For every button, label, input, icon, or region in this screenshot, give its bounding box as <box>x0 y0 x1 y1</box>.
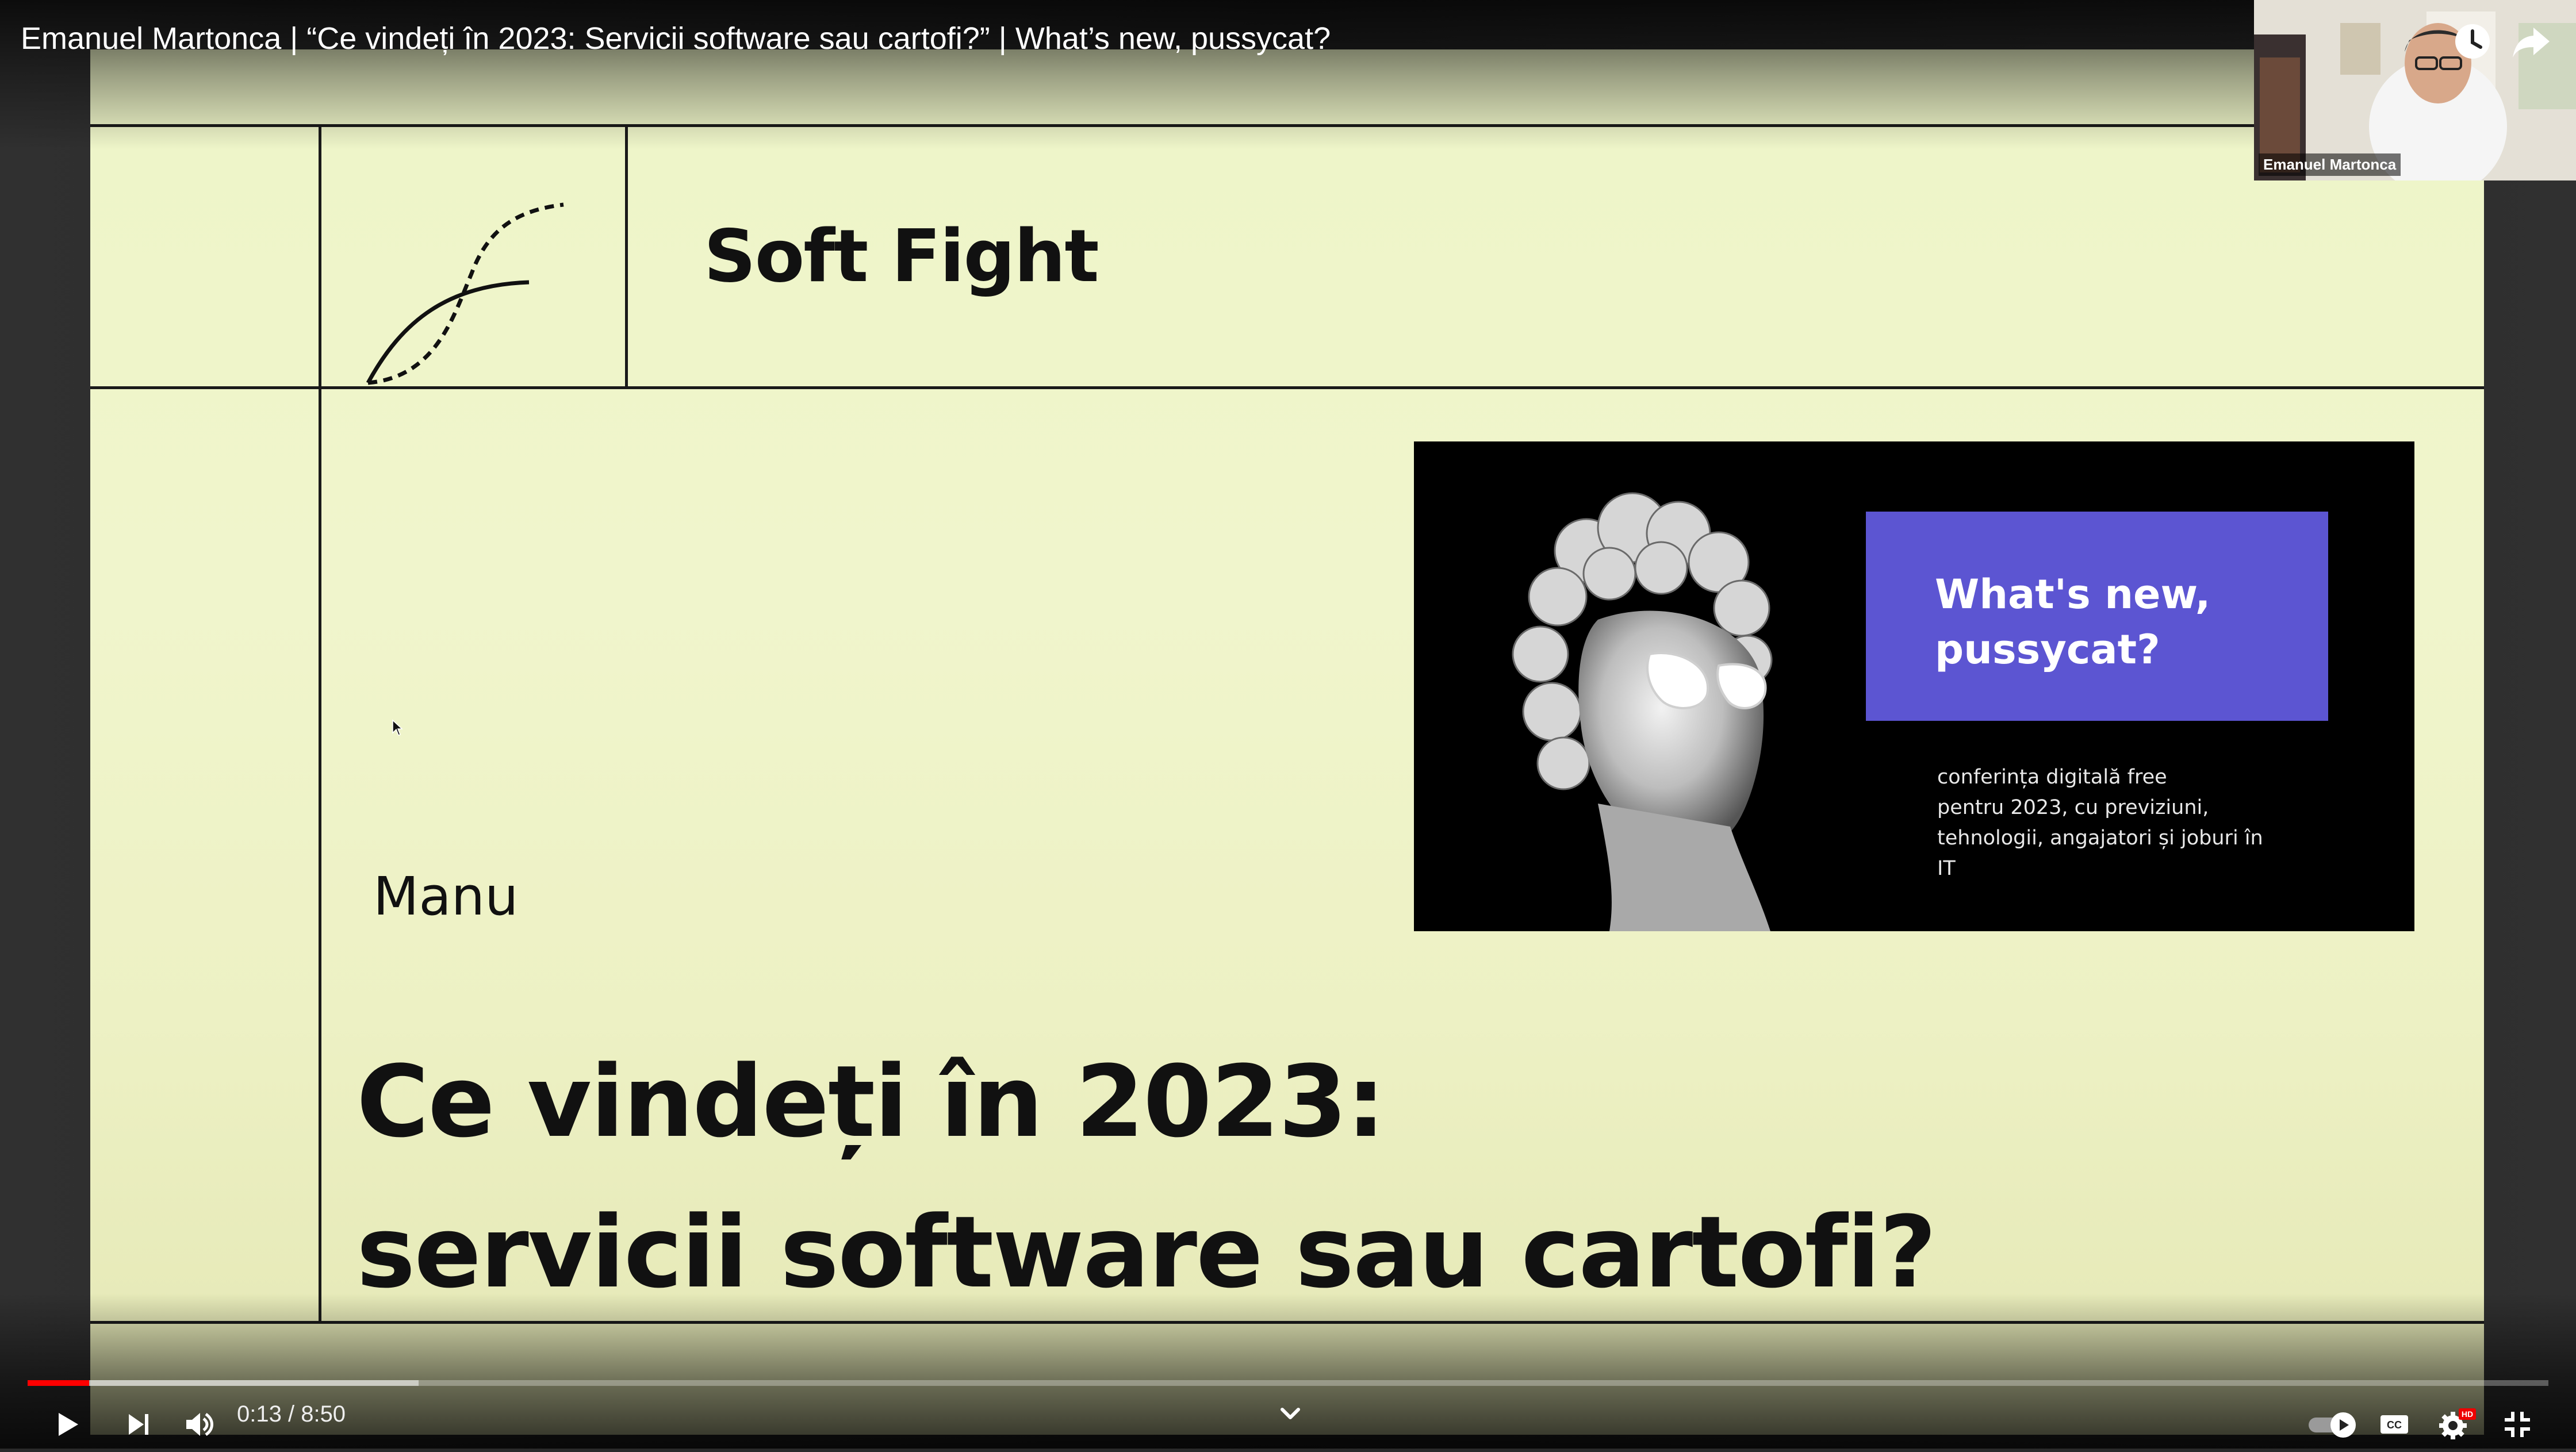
autoplay-toggle-icon <box>2309 1412 2356 1438</box>
presentation-slide: Soft Fight Manu Ce vindeți în 2023: serv… <box>90 49 2484 1435</box>
captions-button[interactable]: CC <box>2367 1397 2422 1452</box>
promo-title: What's new, pussycat? <box>1935 567 2303 677</box>
next-icon <box>129 1414 148 1435</box>
play-icon <box>59 1413 78 1436</box>
promo-title-line-2: pussycat? <box>1935 626 2160 673</box>
promo-card: What's new, pussycat? conferința digital… <box>1414 441 2414 931</box>
mouse-cursor-icon <box>392 719 403 736</box>
slide-divider <box>319 124 321 1321</box>
video-player[interactable]: Soft Fight Manu Ce vindeți în 2023: serv… <box>0 0 2576 1449</box>
time-display: 0:13 / 8:50 <box>237 1401 346 1427</box>
statue-bust-image <box>1512 492 1773 931</box>
video-title[interactable]: Emanuel Martonca | “Ce vindeți în 2023: … <box>21 21 1331 56</box>
settings-button[interactable]: HD <box>2429 1397 2484 1452</box>
captions-label: CC <box>2387 1419 2402 1431</box>
promo-description-line: pentru 2023, cu previziuni, <box>1937 796 2209 819</box>
next-button[interactable] <box>110 1397 166 1452</box>
autoplay-toggle[interactable] <box>2302 1397 2366 1452</box>
duration: 8:50 <box>301 1401 346 1427</box>
exit-fullscreen-button[interactable] <box>2490 1397 2545 1452</box>
play-button[interactable] <box>39 1397 94 1452</box>
progress-bar[interactable] <box>28 1380 2548 1386</box>
exit-fullscreen-icon <box>2505 1412 2530 1437</box>
volume-button[interactable] <box>171 1397 227 1452</box>
time-separator: / <box>281 1401 301 1427</box>
promo-description-line: tehnologii, angajatori și joburi în <box>1937 827 2263 850</box>
watch-later-icon[interactable] <box>2452 21 2493 62</box>
promo-title-box: What's new, pussycat? <box>1866 512 2328 721</box>
slide-headline: Ce vindeți în 2023: servicii software sa… <box>356 1027 1937 1328</box>
chevron-down-icon[interactable] <box>1274 1398 1306 1430</box>
hd-badge-label: HD <box>2462 1409 2473 1419</box>
share-icon[interactable] <box>2510 21 2552 62</box>
speaker-name: Manu <box>373 866 519 927</box>
progress-played <box>28 1380 90 1386</box>
soft-fight-logo-icon <box>366 202 564 385</box>
promo-description: conferința digitală free pentru 2023, cu… <box>1937 762 2282 884</box>
captions-icon: CC <box>2380 1415 2408 1434</box>
current-time: 0:13 <box>237 1401 282 1427</box>
promo-title-line-1: What's new, <box>1935 571 2211 618</box>
promo-description-line: IT <box>1937 857 1956 880</box>
volume-icon <box>186 1412 213 1436</box>
settings-icon: HD <box>2439 1408 2476 1439</box>
headline-line-1: Ce vindeți în 2023: <box>356 1044 1386 1159</box>
promo-description-line: conferința digitală free <box>1937 766 2167 789</box>
speaker-cam-label: Emanuel Martonca <box>2259 153 2401 176</box>
brand-title: Soft Fight <box>704 214 1099 298</box>
